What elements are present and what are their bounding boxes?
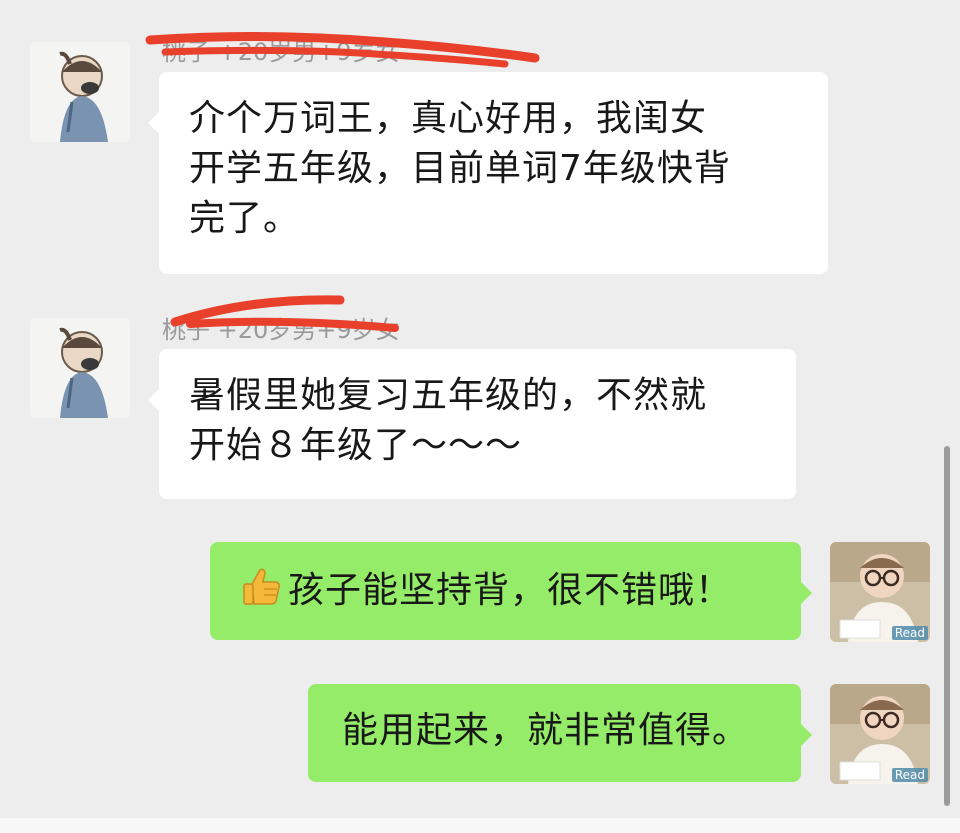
user-avatar[interactable]: Read bbox=[830, 542, 930, 642]
message-text: 能用起来，就非常值得。 bbox=[342, 710, 750, 751]
message-line: 完了。 bbox=[189, 198, 301, 239]
chat-screen: 桃子 +20岁男+9岁女 介个万词王，真心好用，我闺女 开学五年级，目前单词7年… bbox=[0, 0, 960, 833]
message-line: 暑假里她复习五年级的，不然就 bbox=[189, 375, 708, 416]
read-receipt: Read bbox=[891, 626, 928, 640]
contact-avatar[interactable] bbox=[30, 42, 130, 142]
message-line: 开始８年级了～～～ bbox=[189, 425, 523, 466]
user-avatar[interactable]: Read bbox=[830, 684, 930, 784]
input-bar-edge bbox=[0, 818, 960, 833]
read-receipt: Read bbox=[891, 768, 928, 782]
contact-avatar[interactable] bbox=[30, 318, 130, 418]
message-bubble[interactable]: 暑假里她复习五年级的，不然就 开始８年级了～～～ bbox=[148, 349, 796, 499]
scrollbar[interactable] bbox=[944, 446, 950, 806]
thumbs-up-icon bbox=[240, 564, 284, 608]
message-text: 孩子能坚持背，很不错哦！ bbox=[288, 570, 733, 611]
message-bubble[interactable]: 能用起来，就非常值得。 bbox=[308, 684, 812, 782]
sender-name: 桃子 +20岁男+9岁女 bbox=[162, 38, 400, 66]
message-line: 介个万词王，真心好用，我闺女 bbox=[189, 98, 708, 139]
message-bubble[interactable]: 介个万词王，真心好用，我闺女 开学五年级，目前单词7年级快背 完了。 bbox=[148, 72, 828, 274]
message-bubble[interactable]: 孩子能坚持背，很不错哦！ bbox=[210, 542, 812, 640]
message-line: 开学五年级，目前单词7年级快背 bbox=[189, 148, 731, 189]
sender-name: 桃子 +20岁男+9岁女 bbox=[162, 316, 400, 344]
